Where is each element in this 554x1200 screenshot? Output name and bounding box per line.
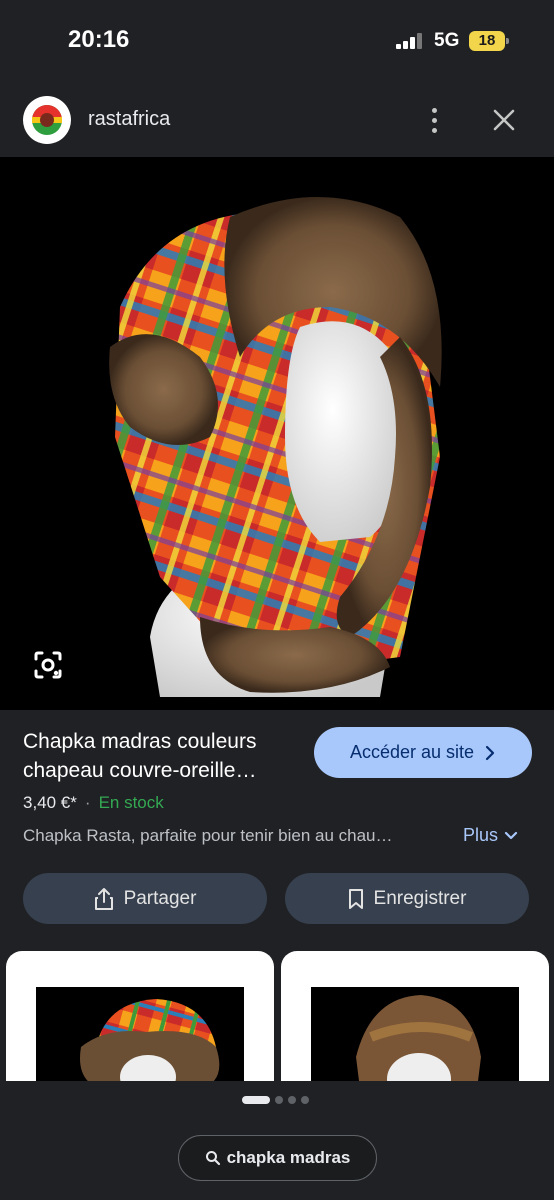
status-bar: 20:16 5G 18	[0, 0, 554, 84]
product-title[interactable]: Chapka madras couleurs chapeau couvre-or…	[23, 727, 303, 785]
google-lens-icon[interactable]	[28, 645, 68, 685]
related-card[interactable]	[6, 951, 274, 1081]
search-query-button[interactable]: chapka madras	[178, 1135, 377, 1181]
product-title-line2: chapeau couvre-oreille…	[23, 759, 257, 782]
product-title-line1: Chapka madras couleurs	[23, 730, 257, 753]
related-results	[0, 951, 554, 1081]
site-logo[interactable]	[23, 96, 71, 144]
save-button[interactable]: Enregistrer	[285, 873, 529, 924]
more-options-icon[interactable]	[420, 102, 450, 138]
signal-icon	[396, 33, 426, 49]
bottom-bar: chapka madras	[0, 1081, 554, 1200]
related-card-image	[311, 987, 519, 1081]
battery-icon: 18	[469, 31, 509, 51]
close-icon[interactable]	[486, 102, 522, 138]
share-button[interactable]: Partager	[23, 873, 267, 924]
related-card[interactable]	[281, 951, 549, 1081]
chevron-right-icon	[485, 745, 495, 760]
stock-status: En stock	[98, 793, 164, 812]
separator: ·	[84, 793, 91, 812]
save-label: Enregistrer	[373, 887, 467, 909]
search-icon	[205, 1151, 220, 1166]
visit-site-label: Accéder au site	[349, 742, 475, 762]
more-label: Plus	[463, 825, 499, 845]
share-label: Partager	[123, 887, 197, 909]
search-query: chapka madras	[226, 1148, 351, 1167]
more-button[interactable]: Plus	[463, 825, 518, 846]
site-name[interactable]: rastafrica	[88, 108, 170, 131]
status-time: 20:16	[68, 26, 130, 53]
product-description: Chapka Rasta, parfaite pour tenir bien a…	[23, 826, 393, 845]
source-header: rastafrica	[0, 84, 554, 156]
product-image[interactable]	[0, 157, 554, 710]
visit-site-button[interactable]: Accéder au site	[314, 727, 532, 778]
chevron-down-icon	[504, 831, 518, 839]
bookmark-icon	[348, 888, 363, 909]
price: 3,40 €*	[23, 793, 77, 812]
network-type: 5G	[434, 30, 460, 51]
share-icon	[94, 887, 113, 910]
price-row: 3,40 €* · En stock	[23, 793, 164, 813]
related-card-image	[36, 987, 244, 1081]
page-indicator	[242, 1096, 309, 1104]
